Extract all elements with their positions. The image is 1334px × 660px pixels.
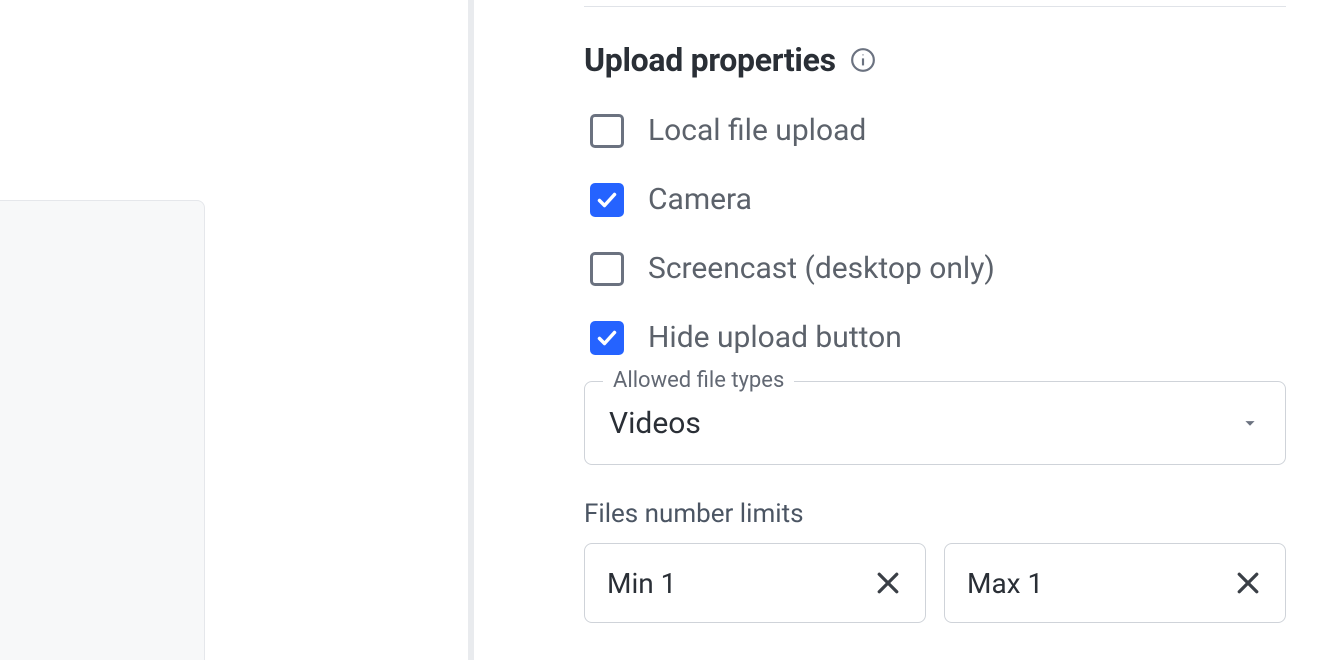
option-screencast[interactable]: Screencast (desktop only) (590, 251, 1286, 286)
allowed-file-types-value: Videos (609, 406, 701, 441)
files-number-limits-row: Min 1 Max 1 (584, 543, 1286, 623)
allowed-file-types-legend: Allowed file types (603, 368, 794, 393)
section-title: Upload properties (584, 41, 836, 79)
option-label: Hide upload button (648, 320, 902, 355)
chevron-down-icon (1239, 412, 1261, 434)
check-icon (595, 326, 619, 350)
max-files-input[interactable]: Max 1 (944, 543, 1286, 623)
min-files-text: Min 1 (607, 567, 676, 600)
option-label: Screencast (desktop only) (648, 251, 995, 286)
min-files-input[interactable]: Min 1 (584, 543, 926, 623)
allowed-file-types-select[interactable]: Allowed file types Videos (584, 381, 1286, 465)
option-local-file-upload[interactable]: Local file upload (590, 113, 1286, 148)
properties-panel: Upload properties Local file upload Came… (494, 0, 1334, 660)
section-title-row: Upload properties (584, 41, 1286, 79)
checkbox-camera[interactable] (590, 183, 624, 217)
panel-divider (468, 0, 474, 660)
option-camera[interactable]: Camera (590, 182, 1286, 217)
checkbox-screencast[interactable] (590, 252, 624, 286)
max-files-text: Max 1 (967, 567, 1043, 600)
checkbox-local-file-upload[interactable] (590, 114, 624, 148)
info-icon[interactable] (850, 47, 876, 73)
option-label: Camera (648, 182, 752, 217)
option-hide-upload-button[interactable]: Hide upload button (590, 320, 1286, 355)
clear-icon[interactable] (1233, 568, 1263, 598)
check-icon (595, 188, 619, 212)
checkbox-hide-upload-button[interactable] (590, 321, 624, 355)
separator (584, 6, 1286, 7)
preview-card-edge (0, 200, 205, 660)
option-label: Local file upload (648, 113, 866, 148)
clear-icon[interactable] (873, 568, 903, 598)
files-number-limits-label: Files number limits (584, 499, 1286, 529)
